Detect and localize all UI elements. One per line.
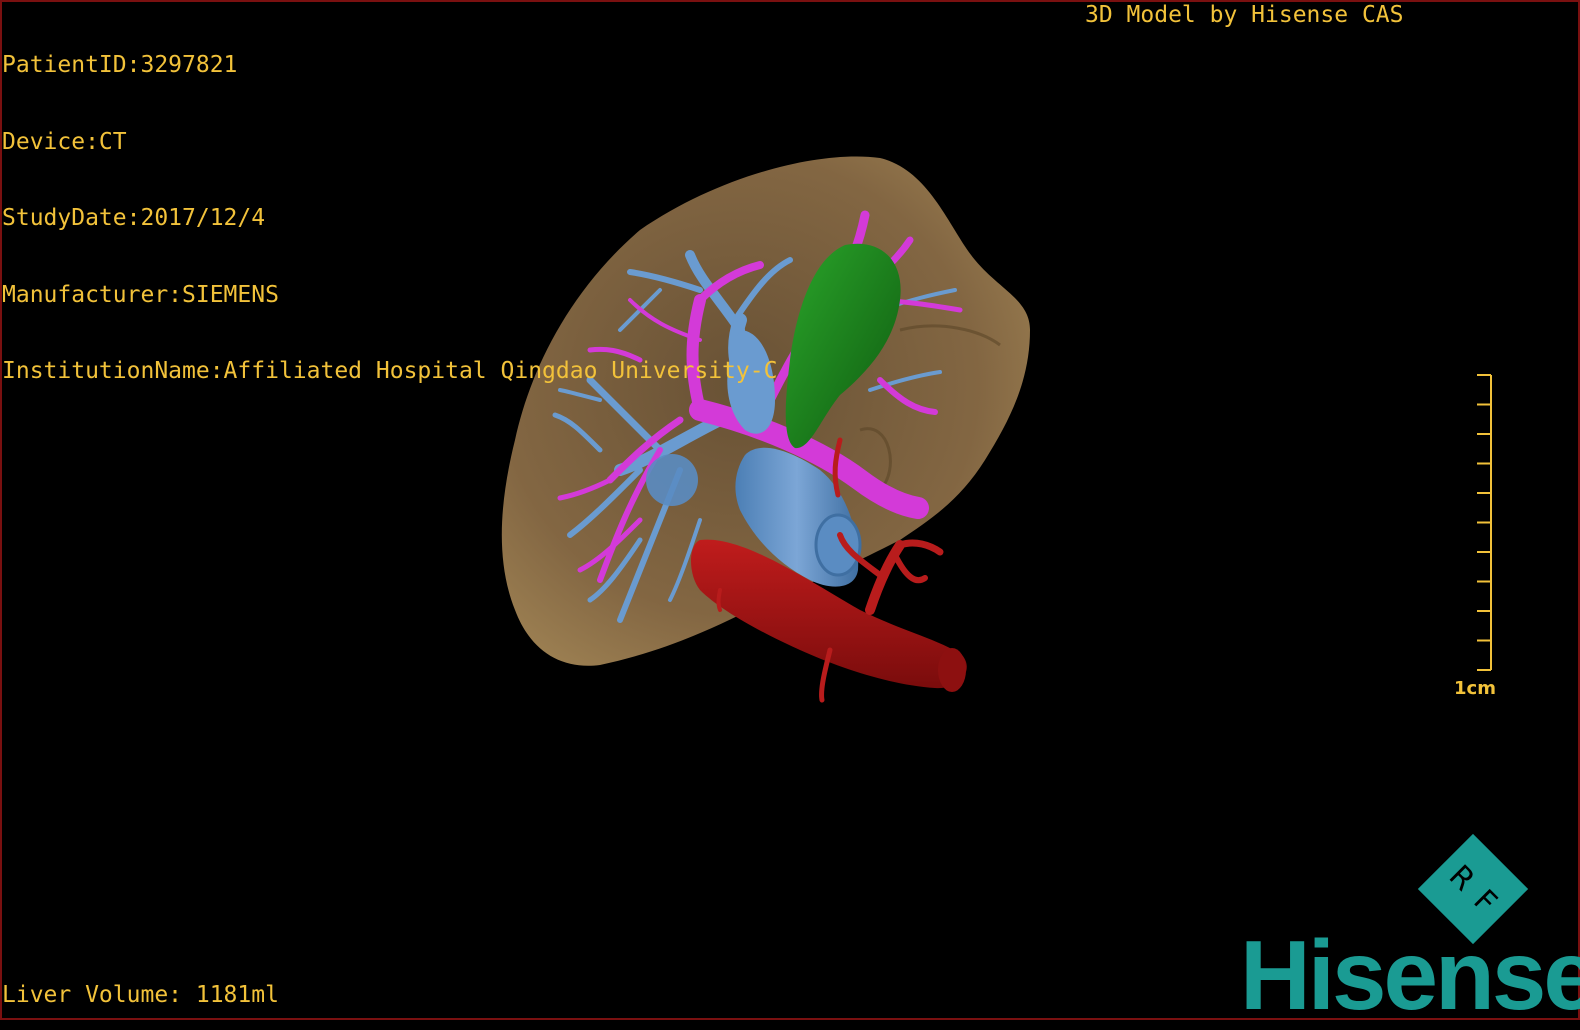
aorta-end <box>938 648 966 692</box>
institution-text: InstitutionName:Affiliated Hospital Qing… <box>2 358 778 384</box>
hisense-logo: Hisense <box>1240 920 1580 1030</box>
device-text: Device:CT <box>2 128 127 155</box>
liver-volume-text: Liver Volume: 1181ml <box>2 982 279 1008</box>
study-info-overlay: PatientID:3297821 Device:CT StudyDate:20… <box>2 2 777 410</box>
ivc-opening <box>814 513 862 577</box>
scale-bar-label: 1cm <box>1454 678 1496 699</box>
manufacturer-text: Manufacturer:SIEMENS <box>2 281 279 308</box>
study-date-text: StudyDate:2017/12/4 <box>2 205 266 231</box>
rf-letter-f: F <box>1466 882 1504 920</box>
portal-bifurcation <box>646 454 698 506</box>
rf-letter-r: R <box>1442 858 1482 898</box>
patient-id-text: PatientID:3297821 <box>2 52 238 78</box>
model-credit-text: 3D Model by Hisense CAS <box>1085 2 1404 28</box>
